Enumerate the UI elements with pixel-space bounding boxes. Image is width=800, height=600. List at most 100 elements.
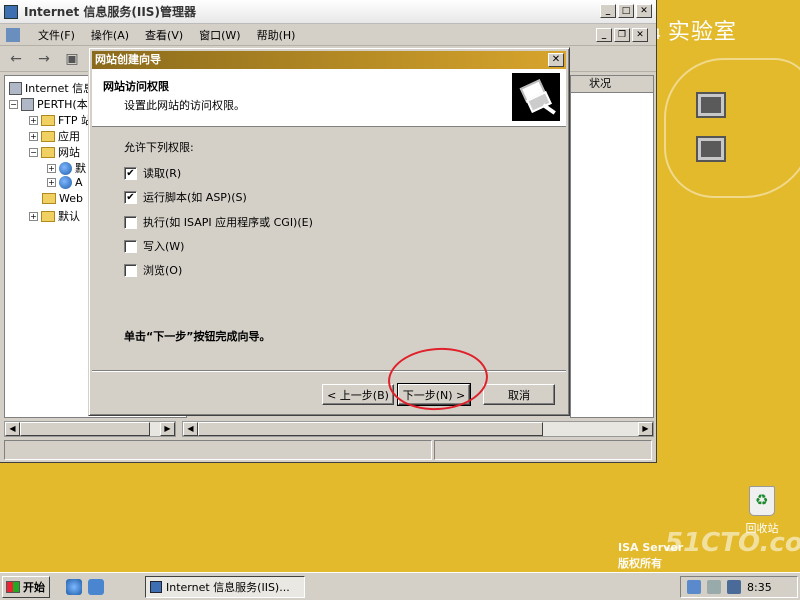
run-scripts-checkbox[interactable]: ✔ [124,190,137,204]
volume-icon[interactable] [707,580,721,594]
watermark-text: 版权所有 [618,557,662,570]
scroll-right-icon[interactable]: ▶ [160,422,175,436]
back-arrow-icon[interactable]: ← [6,50,26,68]
folder-icon [42,193,56,204]
write-label: 写入(W) [143,240,185,253]
monitor-icon[interactable] [727,580,741,594]
scroll-thumb[interactable] [20,422,150,436]
menu-view[interactable]: 查看(V) [145,27,183,43]
status-cell [434,440,652,460]
wizard-header-subtitle: 设置此网站的访问权限。 [124,99,245,112]
start-button[interactable]: 开始 [2,576,50,598]
expand-icon[interactable]: + [29,211,38,221]
child-restore-button[interactable]: ❐ [614,28,630,42]
execute-checkbox[interactable] [124,215,137,229]
website-creation-wizard: 网站创建向导 ✕ 网站访问权限 设置此网站的访问权限。 允许下列权限: ✔ 读取… [88,47,570,416]
tree-item-default[interactable]: + 默认 [29,208,80,224]
scroll-thumb[interactable] [198,422,543,436]
read-label: 读取(R) [143,167,182,180]
read-checkbox[interactable]: ✔ [124,166,137,180]
forward-arrow-icon[interactable]: → [34,50,54,68]
execute-checkbox-row[interactable]: 执行(如 ISAPI 应用程序或 CGI)(E) [124,214,313,230]
scroll-left-icon[interactable]: ◀ [5,422,20,436]
execute-label: 执行(如 ISAPI 应用程序或 CGI)(E) [143,216,313,229]
recycle-bin-label: 回收站 [745,522,779,535]
menu-file[interactable]: 文件(F) [38,27,75,43]
clock[interactable]: 8:35 [747,581,772,594]
expand-icon[interactable]: + [47,163,56,173]
run-scripts-label: 运行脚本(如 ASP)(S) [143,191,247,204]
column-header-status[interactable]: 状况 [571,76,653,93]
wizard-close-button[interactable]: ✕ [548,53,564,67]
tree-item-ftp[interactable]: + FTP 站 [29,112,92,128]
folder-icon [41,130,55,142]
maximize-button[interactable]: □ [618,4,634,18]
list-horizontal-scrollbar[interactable]: ◀ ▶ [182,421,654,437]
status-bar [4,440,652,460]
folder-icon [41,146,55,158]
show-tree-icon[interactable]: ▣ [62,50,82,68]
list-pane: 状况 [570,75,654,418]
finish-instruction: 单击“下一步”按钮完成向导。 [124,330,271,343]
website-globe-icon [59,161,72,175]
permissions-label: 允许下列权限: [124,141,194,154]
back-button[interactable]: < 上一步(B) [322,384,394,405]
permissions-books-icon [512,73,560,121]
close-button[interactable]: ✕ [636,4,652,18]
read-checkbox-row[interactable]: ✔ 读取(R) [124,165,181,181]
menu-bar: 文件(F) 操作(A) 查看(V) 窗口(W) 帮助(H) [0,24,656,46]
network-icon[interactable] [687,580,701,594]
network-diagram-cloud [664,58,800,198]
taskbar: 开始 Internet 信息服务(IIS)... 8:35 [0,572,800,600]
browse-label: 浏览(O) [143,264,183,277]
tree-item-site1[interactable]: + 默 [47,160,86,176]
expand-icon[interactable]: + [29,131,38,141]
collapse-icon[interactable]: − [29,147,38,157]
tree-item-web[interactable]: Web [42,192,83,205]
wizard-header-title: 网站访问权限 [103,80,169,93]
tree-item-root[interactable]: Internet 信息 [9,80,94,96]
iis-root-icon [9,81,22,95]
folder-icon [41,114,55,126]
menu-help[interactable]: 帮助(H) [257,27,296,43]
watermark-text: ISA Server [618,541,684,554]
system-tray: 8:35 [680,576,798,598]
wizard-header: 网站访问权限 设置此网站的访问权限。 [92,69,566,127]
wizard-titlebar[interactable]: 网站创建向导 ✕ [92,51,566,69]
website-globe-icon [59,176,72,189]
recycle-bin-icon [749,486,775,516]
recycle-bin[interactable]: 回收站 [742,486,782,536]
folder-icon [41,210,55,222]
ie-icon[interactable] [66,579,82,595]
browse-checkbox[interactable] [124,263,137,277]
expand-icon[interactable]: + [29,115,38,125]
write-checkbox[interactable] [124,239,137,253]
tree-item-site2[interactable]: + A [47,176,83,189]
child-close-button[interactable]: ✕ [632,28,648,42]
taskbar-iis-button[interactable]: Internet 信息服务(IIS)... [145,576,305,598]
computer-icon [696,136,726,162]
run-scripts-checkbox-row[interactable]: ✔ 运行脚本(如 ASP)(S) [124,189,247,205]
mmc-icon [6,27,20,42]
collapse-icon[interactable]: − [9,99,18,109]
cancel-button[interactable]: 取消 [483,384,555,405]
expand-icon[interactable]: + [47,178,56,187]
scroll-right-icon[interactable]: ▶ [638,422,653,436]
tree-horizontal-scrollbar[interactable]: ◀ ▶ [4,421,176,437]
menu-action[interactable]: 操作(A) [91,27,129,43]
write-checkbox-row[interactable]: 写入(W) [124,238,184,254]
child-minimize-button[interactable]: _ [596,28,612,42]
minimize-button[interactable]: _ [600,4,616,18]
wizard-separator [92,370,566,372]
status-cell [4,440,432,460]
tree-item-server[interactable]: − PERTH(本 [9,96,88,112]
tree-item-websites[interactable]: − 网站 [29,144,80,160]
explorer-icon[interactable] [88,579,104,595]
scroll-left-icon[interactable]: ◀ [183,422,198,436]
menu-window[interactable]: 窗口(W) [199,27,240,43]
tree-item-apps[interactable]: + 应用 [29,128,80,144]
computer-icon [696,92,726,118]
browse-checkbox-row[interactable]: 浏览(O) [124,262,182,278]
windows-logo-icon [6,581,20,593]
iis-titlebar[interactable]: Internet 信息服务(IIS)管理器 _ □ ✕ [0,0,656,24]
